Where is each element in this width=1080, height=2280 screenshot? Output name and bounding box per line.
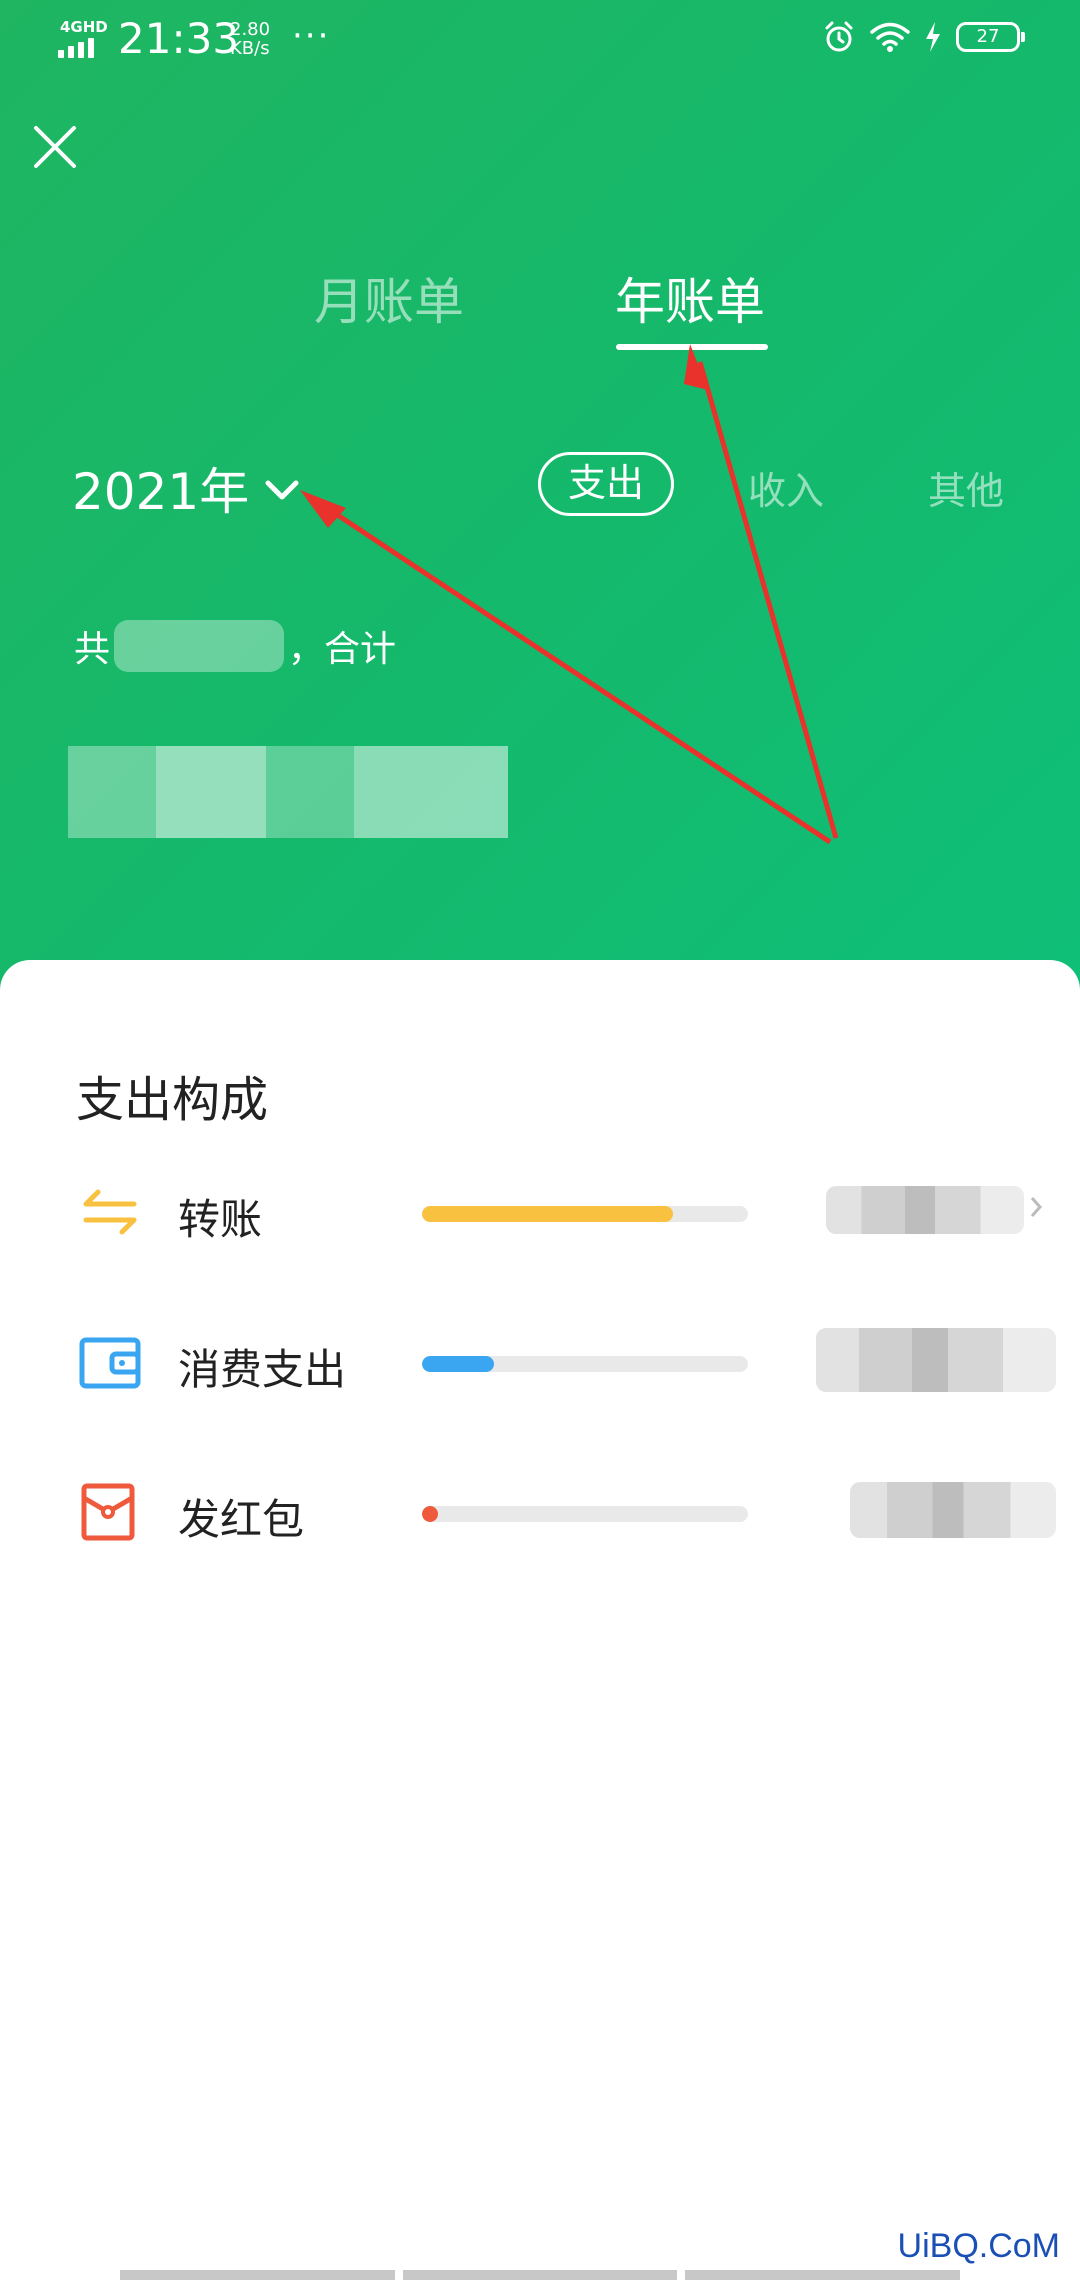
- filter-other-button[interactable]: 其他: [928, 460, 1004, 515]
- alarm-icon: [825, 21, 853, 52]
- progress-track: [422, 1206, 748, 1222]
- year-picker[interactable]: 2021年: [72, 452, 301, 524]
- status-icons: 27: [822, 20, 1025, 54]
- category-label: 发红包: [178, 1495, 305, 1544]
- redacted-amount: [826, 1186, 1024, 1234]
- transfer-icon: [83, 1189, 137, 1235]
- battery-icon: 27: [956, 22, 1025, 52]
- progress-track: [422, 1506, 748, 1522]
- breakdown-row-transfer[interactable]: 转账: [0, 1160, 1080, 1260]
- charging-icon: [926, 22, 940, 52]
- network-speed: 2.80 KB/s: [230, 20, 270, 58]
- active-tab-indicator: [616, 344, 768, 350]
- category-label: 转账: [178, 1195, 263, 1244]
- network-speed-value: 2.80: [230, 19, 271, 40]
- redacted-total-amount: [68, 746, 508, 838]
- bottom-edge: [120, 2270, 961, 2280]
- summary-text: 共 ，合计: [74, 620, 396, 672]
- clock: 21:33: [118, 14, 240, 63]
- year-label: 2021年: [72, 463, 250, 521]
- status-bar: 4GHD 21:33 2.80 KB/s ··· 27: [0, 0, 1080, 90]
- breakdown-title: 支出构成: [76, 1072, 269, 1128]
- wifi-icon: [870, 22, 910, 52]
- progress-fill: [422, 1356, 494, 1372]
- redacted-amount: [816, 1328, 1056, 1392]
- signal-icon: [58, 38, 94, 58]
- close-icon[interactable]: [30, 122, 80, 172]
- watermark: UiBQ.CoM: [897, 2227, 1060, 2265]
- filter-income-button[interactable]: 收入: [748, 460, 824, 515]
- summary-prefix: 共: [74, 629, 111, 670]
- tab-year-bill[interactable]: 年账单: [615, 262, 765, 334]
- redacted-amount: [850, 1482, 1056, 1538]
- tab-month-bill[interactable]: 月账单: [314, 262, 464, 334]
- chevron-down-icon: [265, 480, 299, 500]
- breakdown-row-consumption[interactable]: 消费支出: [0, 1310, 1080, 1410]
- category-label: 消费支出: [178, 1345, 347, 1394]
- chevron-right-icon: [1030, 1197, 1042, 1217]
- summary-separator: ，合计: [288, 629, 397, 670]
- more-notifications-icon: ···: [292, 16, 331, 56]
- bill-header: 4GHD 21:33 2.80 KB/s ··· 27 月账单 年账单 2021…: [0, 0, 1080, 1000]
- filter-expense-button[interactable]: 支出: [538, 452, 674, 516]
- redacted-count: [114, 620, 285, 672]
- progress-track: [422, 1356, 748, 1372]
- network-speed-unit: KB/s: [230, 38, 270, 59]
- breakdown-row-red-packet[interactable]: 发红包: [0, 1460, 1080, 1560]
- expense-breakdown-sheet: 支出构成 转账 消费支出 发红包: [0, 960, 1080, 2280]
- progress-fill: [422, 1206, 674, 1222]
- progress-fill: [422, 1506, 438, 1522]
- red-packet-icon: [81, 1483, 135, 1541]
- wallet-icon: [79, 1337, 141, 1389]
- network-type: 4GHD: [60, 18, 108, 36]
